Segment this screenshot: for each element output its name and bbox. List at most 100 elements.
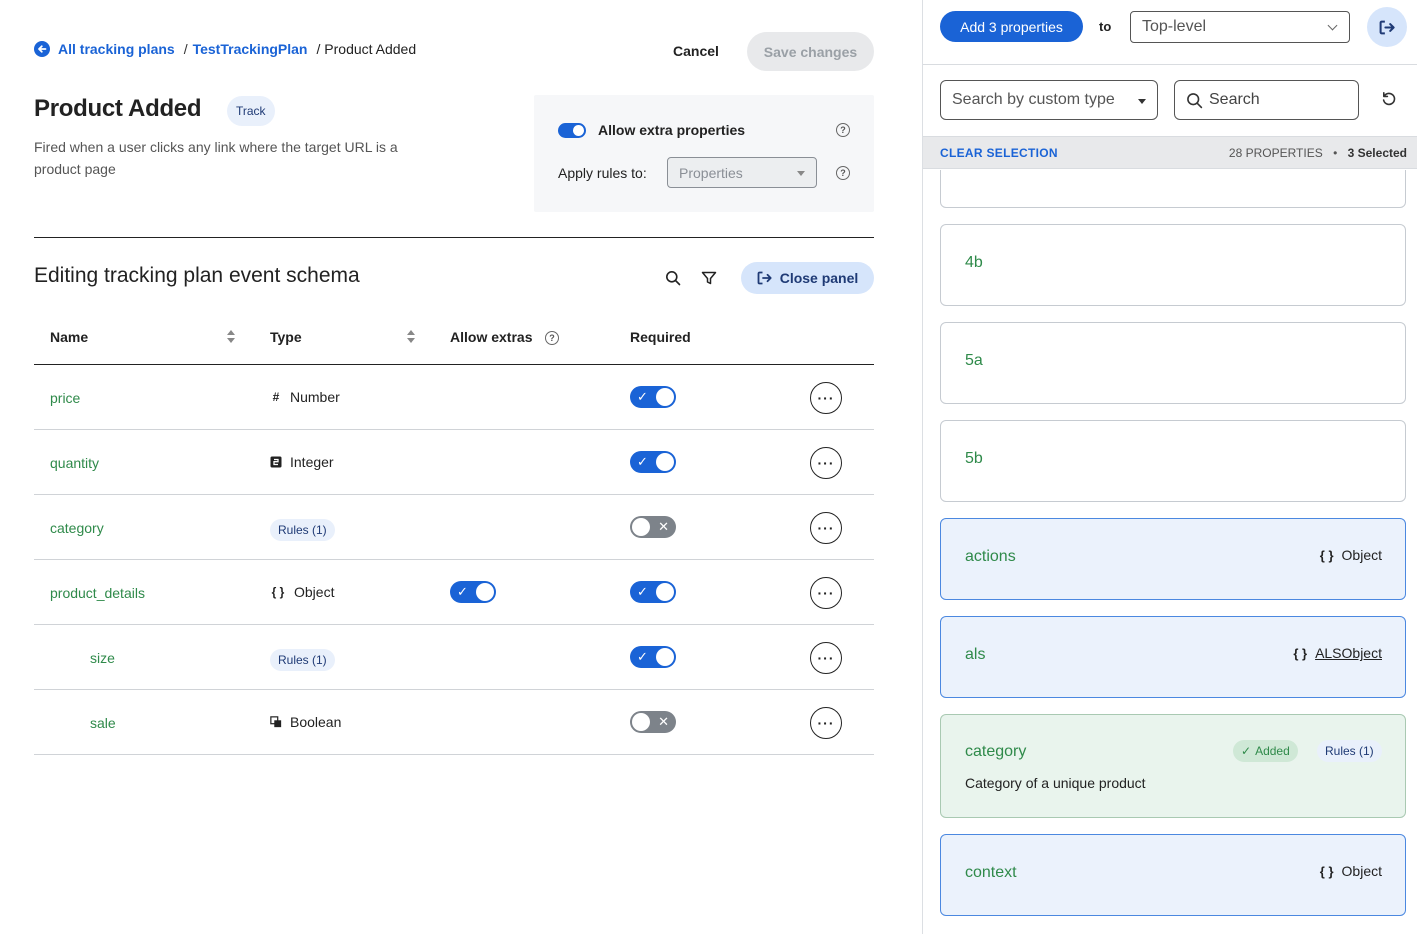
schema-section-title: Editing tracking plan event schema (34, 264, 360, 287)
more-options-button[interactable]: ··· (810, 642, 842, 674)
search-icon[interactable] (662, 267, 684, 289)
event-settings-box: Allow extra properties ? Apply rules to:… (534, 95, 874, 212)
more-options-button[interactable]: ··· (810, 577, 842, 609)
property-card-name: category (965, 743, 1027, 760)
more-options-button[interactable]: ··· (810, 512, 842, 544)
check-icon: ✓ (1241, 744, 1252, 758)
selection-bar: CLEAR SELECTION 28 PROPERTIES • 3 Select… (923, 136, 1417, 169)
sort-icon[interactable] (406, 330, 416, 344)
property-card-name: 5b (965, 450, 983, 467)
breadcrumb-all-tracking-plans[interactable]: All tracking plans (58, 41, 175, 57)
reset-icon[interactable] (1380, 90, 1400, 110)
rules-badge[interactable]: Rules (1) (270, 649, 335, 671)
property-card-selected[interactable]: context { } Object (940, 834, 1406, 916)
property-card-description: Category of a unique product (965, 775, 1146, 791)
column-header-type[interactable]: Type (270, 329, 302, 345)
property-card[interactable]: 5b (940, 420, 1406, 502)
property-card-name: 4b (965, 254, 983, 271)
close-panel-button[interactable]: Close panel (741, 262, 874, 294)
target-level-value: Top-level (1142, 18, 1207, 35)
allow-extras-toggle[interactable]: ✓ (450, 581, 496, 603)
property-card-name: actions (965, 548, 1016, 565)
required-toggle[interactable]: ✓ (630, 581, 676, 603)
property-name[interactable]: category (50, 520, 104, 536)
rules-badge[interactable]: Rules (1) (270, 519, 335, 541)
page-title: Product Added (34, 95, 202, 122)
property-card-selected[interactable]: actions { } Object (940, 518, 1406, 600)
property-card-selected[interactable]: als { } ALSObject (940, 616, 1406, 698)
properties-count: 28 PROPERTIES • 3 Selected (1229, 146, 1407, 160)
required-toggle[interactable]: ✓ (630, 646, 676, 668)
help-icon[interactable]: ? (836, 166, 850, 180)
type-label: Boolean (290, 714, 342, 730)
search-placeholder: Search (1209, 91, 1260, 108)
section-divider (34, 237, 874, 238)
property-name[interactable]: price (50, 390, 80, 406)
object-icon: { } (1293, 645, 1308, 661)
required-toggle[interactable]: ✕ (630, 516, 676, 538)
exit-panel-button[interactable] (1367, 7, 1407, 47)
apply-rules-value: Properties (679, 164, 743, 181)
property-card-added: category ✓ Added Rules (1) Category of a… (940, 714, 1406, 818)
allow-extra-properties-toggle[interactable] (558, 123, 586, 138)
table-row: sale Boolean ✕ ··· (34, 690, 874, 755)
properties-total: 28 PROPERTIES (1228, 146, 1323, 160)
property-type: { } Object (270, 584, 335, 600)
custom-type-select[interactable]: Search by custom type (940, 80, 1158, 120)
property-type: Rules (1) (270, 649, 335, 671)
type-label: Object (1341, 863, 1382, 879)
required-toggle[interactable]: ✓ (630, 451, 676, 473)
property-card[interactable]: 5a (940, 322, 1406, 404)
more-options-button[interactable]: ··· (810, 447, 842, 479)
save-changes-button[interactable]: Save changes (747, 32, 874, 71)
breadcrumb-tracking-plan[interactable]: TestTrackingPlan (193, 41, 308, 57)
close-panel-label: Close panel (779, 270, 859, 286)
search-input[interactable]: Search (1174, 80, 1359, 120)
breadcrumb-separator: / (183, 41, 188, 57)
help-icon[interactable]: ? (545, 331, 559, 345)
property-card-name: context (965, 864, 1017, 881)
check-icon: ✓ (637, 584, 648, 599)
more-options-button[interactable]: ··· (810, 707, 842, 739)
property-type: # Number (270, 389, 340, 405)
apply-rules-select[interactable]: Properties (667, 157, 817, 188)
rules-badge[interactable]: Rules (1) (1317, 740, 1382, 762)
back-arrow-icon[interactable] (34, 41, 50, 57)
property-name[interactable]: size (90, 650, 115, 666)
property-card-name: als (965, 646, 986, 663)
event-type-badge: Track (227, 96, 275, 126)
add-properties-button[interactable]: Add 3 properties (940, 11, 1083, 42)
type-label: Object (294, 584, 335, 600)
help-icon[interactable]: ? (836, 123, 850, 137)
check-icon: ✓ (637, 649, 648, 664)
property-name[interactable]: quantity (50, 455, 99, 471)
event-description: Fired when a user clicks any link where … (34, 139, 398, 177)
column-header-name[interactable]: Name (50, 329, 88, 345)
custom-type-link[interactable]: ALSObject (1315, 645, 1382, 661)
more-options-button[interactable]: ··· (810, 382, 842, 414)
breadcrumb: All tracking plans / TestTrackingPlan / … (34, 41, 416, 57)
required-toggle[interactable]: ✕ (630, 711, 676, 733)
custom-type-placeholder: Search by custom type (952, 91, 1115, 108)
added-badge: ✓ Added (1233, 740, 1298, 762)
target-level-select[interactable]: Top-level (1130, 11, 1350, 43)
property-card[interactable] (940, 170, 1406, 208)
filter-icon[interactable] (698, 267, 720, 289)
property-card[interactable]: 4b (940, 224, 1406, 306)
exit-icon (757, 271, 772, 285)
chevron-down-icon (1327, 20, 1338, 31)
property-name[interactable]: sale (90, 715, 116, 731)
object-icon: { } (1319, 863, 1334, 879)
cancel-button[interactable]: Cancel (660, 33, 732, 69)
boolean-icon (270, 716, 282, 728)
property-name[interactable]: product_details (50, 585, 145, 601)
check-icon: ✓ (637, 454, 648, 469)
required-toggle[interactable]: ✓ (630, 386, 676, 408)
type-label: Number (290, 389, 340, 405)
selected-count: 3 Selected (1347, 146, 1407, 160)
property-card-name: 5a (965, 352, 983, 369)
clear-selection-button[interactable]: CLEAR SELECTION (940, 146, 1058, 160)
property-type: Integer (270, 454, 334, 470)
column-header-allow-extras: Allow extras (450, 329, 533, 345)
sort-icon[interactable] (226, 330, 236, 344)
